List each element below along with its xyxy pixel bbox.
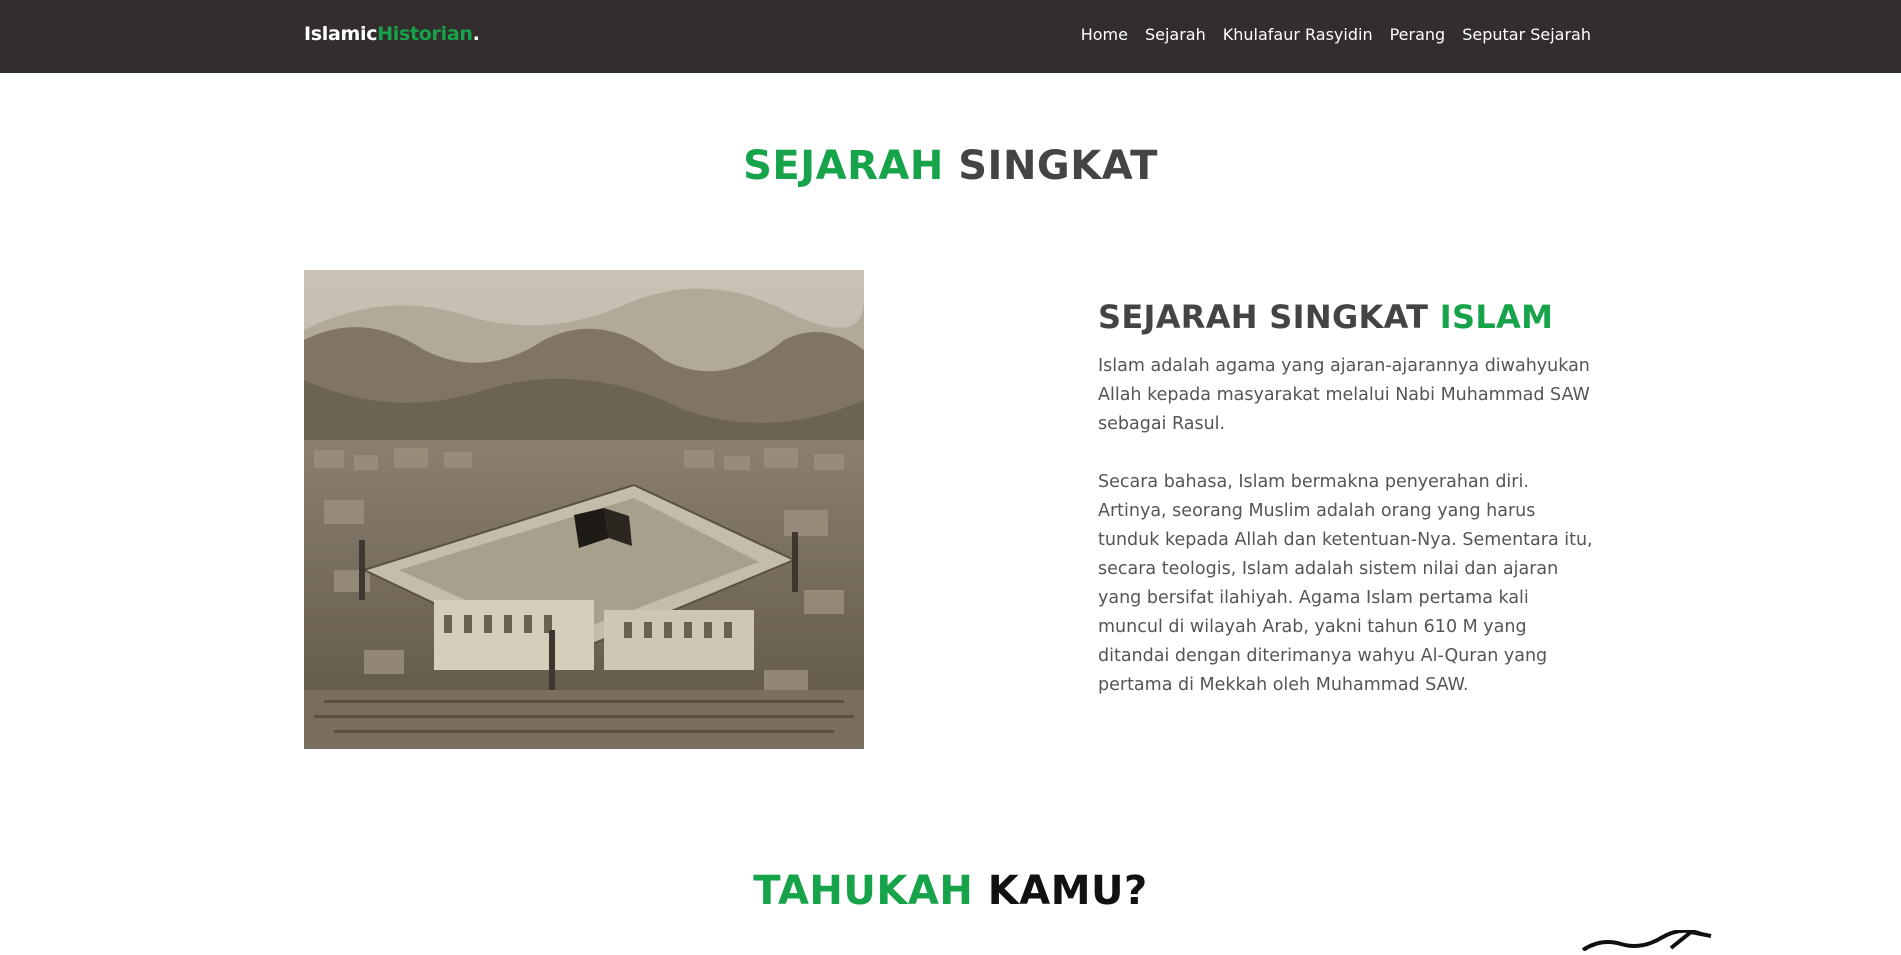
- brand-name-part1: Islamic: [304, 23, 378, 45]
- section-title-sejarah-singkat: SEJARAH SINGKAT: [0, 143, 1901, 189]
- section-title-tahukah-kamu: TAHUKAH KAMU?: [0, 868, 1901, 914]
- content-body: Islam adalah agama yang ajaran-ajarannya…: [1098, 352, 1598, 700]
- navbar: IslamicHistorian. Home Sejarah Khulafaur…: [0, 0, 1901, 73]
- content-heading: SEJARAH SINGKAT ISLAM: [1098, 298, 1553, 336]
- content-heading-green: ISLAM: [1439, 298, 1554, 336]
- nav-links: Home Sejarah Khulafaur Rasyidin Perang S…: [1081, 25, 1591, 44]
- brand-dot: .: [472, 23, 480, 45]
- decorative-handwriting-image: [1581, 928, 1721, 955]
- nav-link-seputar-sejarah[interactable]: Seputar Sejarah: [1462, 25, 1591, 44]
- nav-link-perang[interactable]: Perang: [1390, 25, 1446, 44]
- brand-logo[interactable]: IslamicHistorian.: [304, 23, 480, 45]
- content-heading-dark: SEJARAH SINGKAT: [1098, 298, 1429, 336]
- section-title-green: SEJARAH: [743, 143, 944, 189]
- paragraph-2: Secara bahasa, Islam bermakna penyerahan…: [1098, 472, 1593, 695]
- kaaba-engraving-image: [304, 270, 864, 749]
- section-title-green-2: TAHUKAH: [753, 868, 974, 914]
- nav-link-khulafaur-rasyidin[interactable]: Khulafaur Rasyidin: [1223, 25, 1373, 44]
- nav-link-sejarah[interactable]: Sejarah: [1145, 25, 1206, 44]
- nav-link-home[interactable]: Home: [1081, 25, 1128, 44]
- section-title-dark-2: KAMU?: [987, 868, 1148, 914]
- section-title-dark: SINGKAT: [958, 143, 1158, 189]
- brand-name-part2: Historian: [377, 23, 473, 45]
- paragraph-1: Islam adalah agama yang ajaran-ajarannya…: [1098, 356, 1590, 434]
